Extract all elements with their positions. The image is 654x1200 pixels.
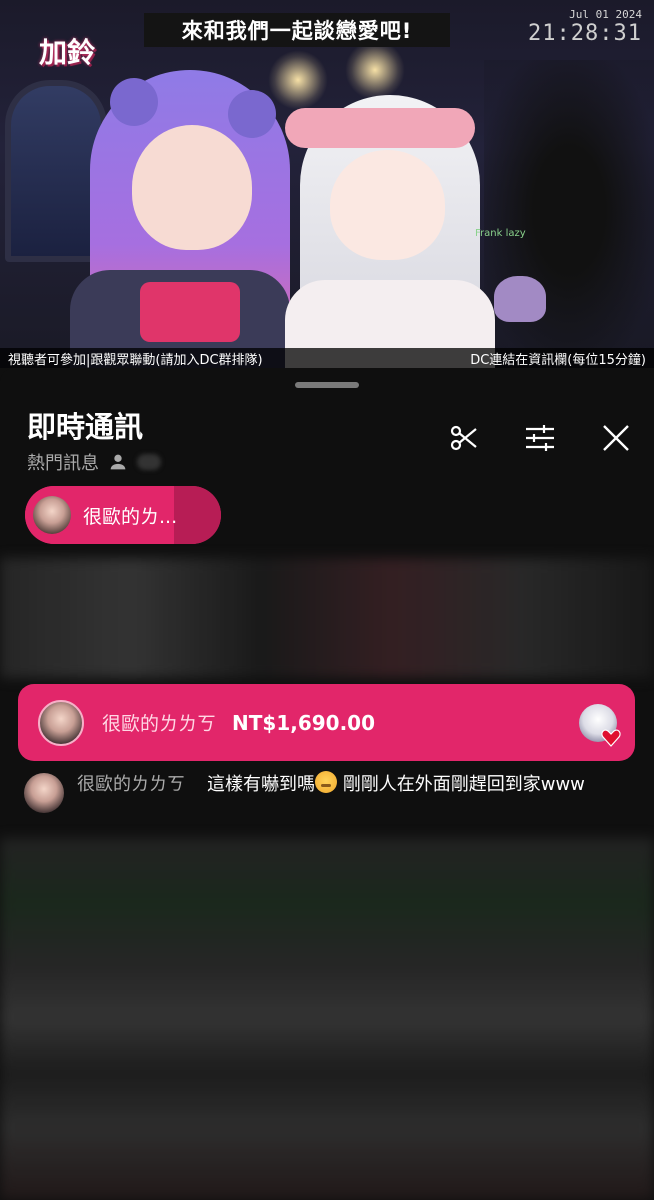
vtuber-right-headband — [285, 108, 475, 148]
close-button[interactable] — [598, 420, 634, 456]
subtitle-left: 視聽者可參加|跟觀眾聯動(請加入DC群排隊) — [8, 352, 263, 368]
clock-date: Jul 01 2024 — [569, 8, 642, 21]
video-subtitle-bar: 視聽者可參加|跟觀眾聯動(請加入DC群排隊) DC連結在資訊欄(每位15分鐘) — [0, 348, 654, 368]
subtitle-right: DC連結在資訊欄(每位15分鐘) — [470, 352, 646, 368]
chat-message-body: 很歐的ㄌㄌㄎ 這樣有嚇到嗎 剛剛人在外面剛趕回到家www — [77, 771, 585, 813]
chat-mode-label: 熱門訊息 — [27, 453, 99, 474]
viewer-count-icon — [110, 454, 126, 470]
close-icon — [603, 425, 629, 451]
avatar — [38, 699, 84, 746]
panel-title: 即時通訊 — [27, 410, 144, 444]
background-lamp — [345, 40, 405, 100]
emoji-icon — [315, 771, 337, 793]
background-lamp — [268, 50, 328, 110]
logo-text: 加鈴 — [38, 36, 95, 69]
overlay-chat-name: Frank lazy — [475, 228, 526, 239]
vtuber-left-face — [132, 125, 252, 250]
stream-banner: 來和我們一起談戀愛吧! — [144, 13, 450, 47]
super-chat-amount: NT$1,690.00 — [232, 710, 376, 735]
vtuber-left-outfit — [140, 282, 240, 342]
chip-progress-remaining — [173, 486, 221, 544]
censored-messages — [0, 838, 654, 1200]
vtuber-left-ear — [110, 78, 158, 126]
tune-icon — [526, 425, 554, 451]
censored-messages — [0, 558, 654, 678]
clip-icon — [450, 425, 477, 451]
clock-time: 21:28:31 — [528, 21, 642, 46]
chat-mode-selector[interactable]: 熱門訊息 — [27, 449, 161, 475]
chip-label: 很歐的ㄌ... — [83, 505, 178, 528]
avatar — [33, 496, 71, 534]
chat-text-continued: 剛剛人在外面剛趕回到家www — [337, 774, 585, 795]
clip-button[interactable] — [446, 420, 482, 456]
heart-icon — [601, 729, 621, 747]
sheet-drag-handle[interactable] — [295, 382, 359, 388]
chat-author: 很歐的ㄌㄌㄎ — [77, 774, 185, 795]
overlay-mini-avatar — [494, 276, 546, 322]
viewer-count-censored — [137, 454, 161, 470]
avatar — [24, 773, 64, 813]
vtuber-right-face — [330, 150, 445, 260]
vtuber-left-ear — [228, 90, 276, 138]
super-chat-message[interactable]: 很歐的ㄌㄌㄎ NT$1,690.00 — [18, 684, 635, 761]
live-chat-panel: 即時通訊 熱門訊息 很歐的ㄌ... 很歐的ㄌㄌㄎ NT$1,690.00 很歐的… — [0, 368, 654, 1200]
chat-settings-button[interactable] — [522, 420, 558, 456]
stream-video[interactable]: Frank lazy 加鈴 來和我們一起談戀愛吧! Jul 01 2024 21… — [0, 0, 654, 368]
super-chat-author: 很歐的ㄌㄌㄎ — [102, 713, 217, 735]
stream-clock: Jul 01 2024 21:28:31 — [528, 8, 642, 46]
pinned-super-chat-chip[interactable]: 很歐的ㄌ... — [25, 486, 221, 544]
channel-logo: 加鈴 — [14, 22, 120, 80]
chat-message[interactable]: 很歐的ㄌㄌㄎ 這樣有嚇到嗎 剛剛人在外面剛趕回到家www — [24, 771, 634, 813]
chat-text: 這樣有嚇到嗎 — [207, 774, 315, 795]
